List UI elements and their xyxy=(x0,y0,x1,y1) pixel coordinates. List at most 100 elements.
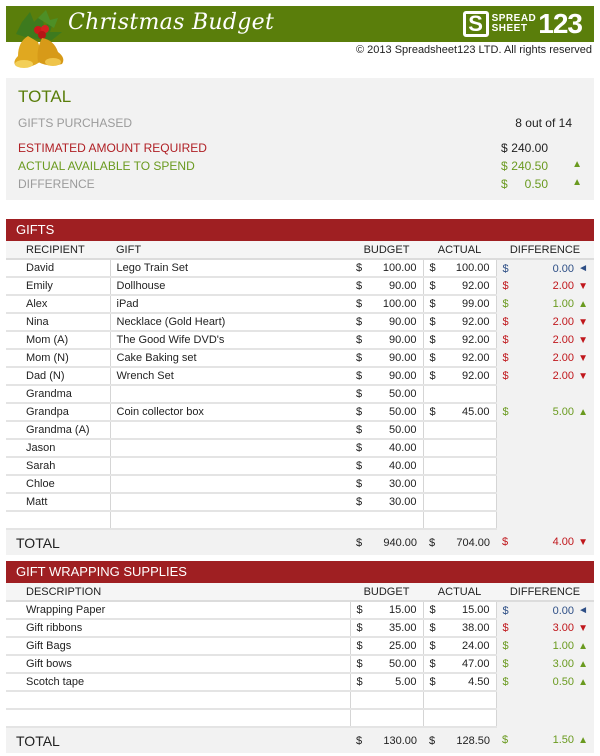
recipient-cell[interactable]: Chloe xyxy=(6,475,111,494)
gift-cell[interactable]: Dollhouse xyxy=(109,277,350,296)
recipient-cell[interactable]: Grandma xyxy=(6,385,111,404)
amount: 92.00 xyxy=(461,370,490,382)
actual-cell[interactable]: $4.50 xyxy=(423,673,497,692)
currency-symbol: $ xyxy=(356,424,363,436)
budget-cell-money: $50.00 xyxy=(356,424,417,436)
budget-cell[interactable]: $90.00 xyxy=(350,313,424,332)
recipient-cell[interactable]: Sarah xyxy=(6,457,111,476)
table-row: Chloe $30.00 xyxy=(6,475,594,494)
actual-cell[interactable]: $92.00 xyxy=(423,313,497,332)
gift-cell[interactable]: The Good Wife DVD's xyxy=(109,331,350,350)
actual-cell[interactable]: $92.00 xyxy=(423,277,497,296)
budget-cell[interactable]: $90.00 xyxy=(350,349,424,368)
description-cell[interactable] xyxy=(6,691,351,710)
actual-cell[interactable] xyxy=(423,457,497,476)
actual-cell[interactable] xyxy=(423,493,497,512)
recipient-cell[interactable]: Emily xyxy=(6,277,111,296)
recipient-cell[interactable]: Nina xyxy=(6,313,111,332)
actual-cell[interactable] xyxy=(423,709,497,728)
amount: 40.00 xyxy=(388,460,417,472)
gift-cell[interactable]: Necklace (Gold Heart) xyxy=(109,313,350,332)
budget-cell-money: $30.00 xyxy=(356,478,417,490)
gift-cell[interactable] xyxy=(109,385,350,404)
actual-cell[interactable]: $92.00 xyxy=(423,349,497,368)
budget-cell[interactable] xyxy=(350,709,424,728)
col-actual: ACTUAL xyxy=(423,583,496,602)
difference-value: $2.00 ▼ xyxy=(503,334,589,346)
description-cell[interactable]: Wrapping Paper xyxy=(6,601,351,620)
recipient-cell[interactable]: Jason xyxy=(6,439,111,458)
budget-cell[interactable]: $50.00 xyxy=(350,385,424,404)
description-cell[interactable] xyxy=(6,709,351,728)
recipient-cell[interactable]: Matt xyxy=(6,493,111,512)
gift-cell[interactable]: Lego Train Set xyxy=(109,259,350,278)
table-row: Alex iPad $100.00 $99.00 $1.00 ▲ xyxy=(6,295,594,314)
gift-cell[interactable] xyxy=(109,493,350,512)
budget-cell[interactable]: $90.00 xyxy=(350,331,424,350)
actual-cell[interactable]: $47.00 xyxy=(423,655,497,674)
budget-cell[interactable]: $30.00 xyxy=(350,475,424,494)
actual-cell[interactable]: $38.00 xyxy=(423,619,497,638)
actual-cell[interactable]: $92.00 xyxy=(423,367,497,386)
difference-cell: $2.00 ▼ xyxy=(496,313,594,331)
table-row: Grandma $50.00 xyxy=(6,385,594,404)
actual-cell[interactable]: $15.00 xyxy=(423,601,497,620)
budget-cell[interactable] xyxy=(350,511,424,530)
actual-cell[interactable] xyxy=(423,511,497,530)
budget-cell[interactable]: $40.00 xyxy=(350,457,424,476)
budget-cell[interactable] xyxy=(350,691,424,710)
gift-cell[interactable]: Wrench Set xyxy=(109,367,350,386)
description-cell[interactable]: Gift bows xyxy=(6,655,351,674)
actual-cell[interactable] xyxy=(423,691,497,710)
actual-cell[interactable] xyxy=(423,475,497,494)
actual-cell[interactable] xyxy=(423,421,497,440)
recipient-cell[interactable]: Dad (N) xyxy=(6,367,111,386)
gift-cell[interactable] xyxy=(109,421,350,440)
actual-cell[interactable]: $92.00 xyxy=(423,331,497,350)
col-gift: GIFT xyxy=(110,241,350,260)
actual-cell[interactable]: $24.00 xyxy=(423,637,497,656)
gift-cell[interactable] xyxy=(109,457,350,476)
budget-cell[interactable]: $15.00 xyxy=(350,601,424,620)
actual-cell[interactable] xyxy=(423,439,497,458)
gift-cell[interactable]: Cake Baking set xyxy=(109,349,350,368)
budget-cell[interactable]: $5.00 xyxy=(350,673,424,692)
recipient-cell[interactable]: Grandpa xyxy=(6,403,111,422)
description-cell[interactable]: Gift Bags xyxy=(6,637,351,656)
recipient-cell[interactable] xyxy=(6,511,111,530)
description-cell[interactable]: Gift ribbons xyxy=(6,619,351,638)
gift-cell[interactable]: iPad xyxy=(109,295,350,314)
actual-cell[interactable]: $100.00 xyxy=(423,259,497,278)
gifts-total-difference: $4.00 ▼ xyxy=(496,529,594,555)
gift-cell[interactable] xyxy=(109,439,350,458)
budget-cell[interactable]: $90.00 xyxy=(350,367,424,386)
budget-cell[interactable]: $30.00 xyxy=(350,493,424,512)
description-cell[interactable]: Scotch tape xyxy=(6,673,351,692)
recipient-cell[interactable]: Mom (A) xyxy=(6,331,111,350)
budget-cell[interactable]: $35.00 xyxy=(350,619,424,638)
budget-cell[interactable]: $100.00 xyxy=(350,295,424,314)
logo-word-bottom: SHEET xyxy=(491,23,528,34)
gift-cell[interactable]: Coin collector box xyxy=(109,403,350,422)
currency-symbol: $ xyxy=(502,676,509,688)
budget-cell[interactable]: $50.00 xyxy=(350,403,424,422)
amount: 90.00 xyxy=(388,352,417,364)
actual-cell[interactable]: $45.00 xyxy=(423,403,497,422)
budget-cell[interactable]: $40.00 xyxy=(350,439,424,458)
actual-cell[interactable] xyxy=(423,385,497,404)
budget-cell[interactable]: $90.00 xyxy=(350,277,424,296)
difference-currency: $ xyxy=(501,177,508,191)
budget-cell[interactable]: $25.00 xyxy=(350,637,424,656)
actual-cell[interactable]: $99.00 xyxy=(423,295,497,314)
recipient-cell[interactable]: Mom (N) xyxy=(6,349,111,368)
gift-cell[interactable] xyxy=(109,475,350,494)
budget-cell[interactable]: $50.00 xyxy=(350,421,424,440)
budget-cell-money: $35.00 xyxy=(357,622,417,634)
recipient-cell[interactable]: Grandma (A) xyxy=(6,421,111,440)
budget-cell[interactable]: $100.00 xyxy=(350,259,424,278)
recipient-cell[interactable]: Alex xyxy=(6,295,111,314)
table-row xyxy=(6,511,594,530)
recipient-cell[interactable]: David xyxy=(6,259,111,278)
gift-cell[interactable] xyxy=(109,511,350,530)
budget-cell[interactable]: $50.00 xyxy=(350,655,424,674)
